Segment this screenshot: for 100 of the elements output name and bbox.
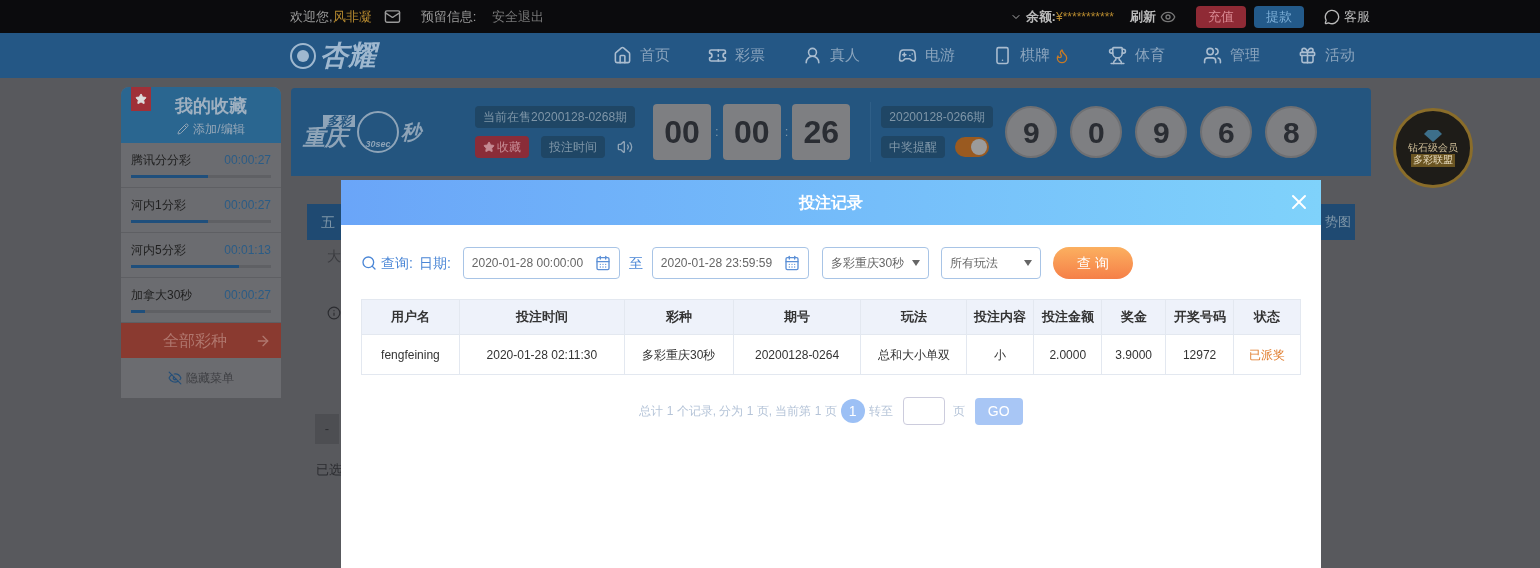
start-date-field[interactable]: 2020-01-28 00:00:00 (462, 247, 620, 279)
nav-link[interactable]: 真人 (830, 44, 860, 67)
nav-link[interactable]: 彩票 (735, 44, 765, 67)
goto-label: 转至 (868, 403, 893, 420)
withdraw-button[interactable]: 提款 (1254, 5, 1304, 28)
table-cell: fengfeining (362, 335, 460, 374)
balance-label: 余额: (1025, 7, 1056, 26)
flame-icon (1054, 47, 1070, 64)
countdown-time: 00:00:27 (224, 152, 271, 169)
countdown-time: 00:00:27 (224, 197, 271, 214)
gamepad-icon[interactable] (898, 46, 917, 65)
countdown-digit: 00 (722, 104, 781, 160)
table-cell: 2020-01-28 02:11:30 (459, 335, 625, 374)
page-number[interactable]: 1 (840, 399, 865, 423)
column-header: 投注金额 (1034, 300, 1103, 334)
column-header: 期号 (733, 300, 862, 334)
current-issue-badge: 当前在售20200128-0268期 (475, 106, 636, 128)
lottery-select[interactable]: 多彩重庆30秒 (821, 247, 929, 279)
recharge-button[interactable]: 充值 (1196, 5, 1246, 28)
date-label: 日期: (418, 253, 451, 273)
table-cell: 总和大小单双 (861, 335, 968, 374)
column-header: 状态 (1252, 308, 1281, 327)
time-separator: : (715, 123, 719, 142)
all-lotteries-button[interactable]: 全部彩种 (121, 323, 281, 358)
bookmark-icon (131, 87, 151, 111)
search-button[interactable]: 查 询 (1052, 247, 1133, 279)
lottery-name: 腾讯分分彩 (131, 152, 191, 169)
logout-link[interactable]: 安全退出 (492, 6, 545, 27)
last-issue-badge: 20200128-0266期 (881, 106, 994, 128)
nav-link[interactable]: 电游 (925, 44, 955, 67)
person-icon[interactable] (803, 46, 822, 65)
end-date-field[interactable]: 2020-01-28 23:59:59 (651, 247, 809, 279)
trophy-icon[interactable] (1108, 46, 1127, 65)
speaker-icon[interactable] (617, 139, 633, 155)
username-link[interactable]: 风非凝 (332, 6, 372, 27)
column-header: 玩法 (861, 300, 968, 334)
lottery-logo: 多彩 重庆 30sec 秒 (303, 111, 443, 153)
column-header: 用户名 (362, 300, 460, 334)
info-icon (327, 306, 341, 320)
nav-link[interactable]: 棋牌 (1020, 44, 1050, 67)
page-input[interactable] (902, 397, 945, 425)
pagination-summary: 总计 1 个记录, 分为 1 页, 当前第 1 页 (639, 403, 837, 420)
countdown-digit: 00 (653, 104, 712, 160)
badge-title: 钻石级会员 (1408, 141, 1458, 154)
favorite-button[interactable]: 收藏 (475, 136, 529, 158)
chat-icon[interactable] (1324, 8, 1340, 25)
favorite-item[interactable]: 腾讯分分彩 00:00:27 (121, 143, 281, 188)
countdown-time: 00:00:27 (224, 287, 271, 304)
query-label: 查询: (381, 253, 413, 273)
ticket-icon[interactable] (708, 46, 727, 65)
calendar-icon[interactable] (783, 255, 800, 271)
caret-icon[interactable] (1023, 260, 1032, 266)
page-suffix: 页 (952, 403, 965, 420)
table-cell: 20200128-0264 (733, 335, 862, 374)
edit-link[interactable]: 添加/编辑 (193, 119, 245, 138)
refresh-link[interactable]: 刷新 (1130, 6, 1156, 27)
nav-link[interactable]: 首页 (640, 44, 670, 67)
service-link[interactable]: 客服 (1344, 6, 1370, 27)
table-cell: 2.0000 (1034, 335, 1103, 374)
table-cell: 多彩重庆30秒 (624, 335, 734, 374)
reserved-label: 预留信息: (420, 7, 477, 26)
nav-link[interactable]: 管理 (1230, 44, 1260, 67)
play-select[interactable]: 所有玩法 (940, 247, 1041, 279)
column-header: 奖金 (1102, 300, 1167, 334)
table-cell: 12972 (1166, 335, 1235, 374)
star-icon (483, 141, 495, 153)
logo-icon (290, 42, 316, 69)
lottery-name: 河内1分彩 (131, 197, 186, 214)
column-header: 投注时间 (459, 300, 625, 334)
favorite-item[interactable]: 河内5分彩 00:01:13 (121, 233, 281, 278)
alert-toggle[interactable] (955, 137, 990, 157)
search-icon (361, 255, 377, 271)
favorite-item[interactable]: 河内1分彩 00:00:27 (121, 188, 281, 233)
diamond-icon (1424, 129, 1442, 142)
people-icon[interactable] (1203, 46, 1222, 65)
go-button[interactable]: GO (974, 397, 1023, 425)
lottery-name: 加拿大30秒 (131, 287, 193, 304)
countdown-time: 00:01:13 (224, 242, 271, 259)
win-alert-label: 中奖提醒 (881, 136, 946, 158)
favorites-title: 我的收藏 (175, 94, 247, 118)
calendar-icon[interactable] (594, 255, 611, 271)
lottery-name: 河内5分彩 (131, 242, 186, 259)
badge-subtitle: 多彩联盟 (1411, 154, 1455, 167)
column-header: 投注内容 (967, 300, 1035, 334)
bet-time-button[interactable]: 投注时间 (541, 136, 605, 158)
table-cell: 3.9000 (1102, 335, 1167, 374)
gift-icon[interactable] (1298, 46, 1317, 65)
nav-link[interactable]: 体育 (1135, 44, 1165, 67)
nav-link[interactable]: 活动 (1325, 44, 1355, 67)
home-icon[interactable] (613, 46, 632, 65)
pencil-icon[interactable] (177, 122, 190, 135)
mail-icon[interactable] (383, 8, 401, 25)
greeting-text: 欢迎您, (290, 7, 333, 26)
table-cell-text: 已派奖 (1248, 346, 1286, 364)
phone-icon[interactable] (993, 46, 1012, 65)
dialog-title: 投注记录 (799, 192, 863, 213)
time-separator: : (784, 123, 789, 142)
balance-value: ¥*********** (1055, 8, 1114, 26)
minus-button[interactable]: - (315, 414, 339, 444)
caret-icon[interactable] (911, 260, 920, 266)
